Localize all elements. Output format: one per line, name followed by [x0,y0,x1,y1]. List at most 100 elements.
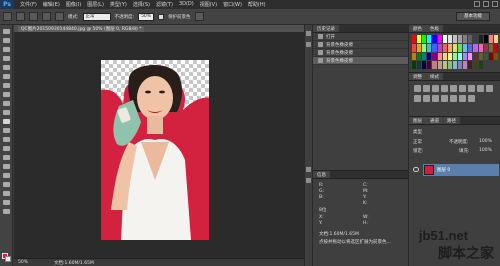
visibility-eye-icon[interactable] [413,167,419,172]
layer-row-selected[interactable]: 图层 0 [423,164,499,176]
swatch[interactable] [442,61,447,69]
menu-type[interactable]: 类型(Y) [110,1,127,8]
properties-panel-icon[interactable] [306,178,311,183]
swatch[interactable] [422,35,427,43]
swatch[interactable] [422,43,427,52]
swatch[interactable] [437,35,442,43]
document-image[interactable] [101,60,209,240]
invert-icon[interactable] [432,95,439,102]
layer-kind-filter[interactable]: 类型 [413,129,422,135]
swatch[interactable] [417,61,422,69]
menu-select[interactable]: 选择(S) [133,1,150,8]
close-icon[interactable] [492,1,498,7]
color-swatches[interactable] [2,253,11,262]
swatch[interactable] [417,35,422,43]
menu-layer[interactable]: 图层(L) [87,1,104,8]
swatch[interactable] [478,43,483,52]
hand-tool-icon[interactable] [2,191,10,196]
swatch[interactable] [452,35,458,43]
swatch[interactable] [442,52,447,61]
swatch[interactable] [463,35,468,43]
menu-window[interactable]: 窗口(W) [223,1,242,8]
swatch[interactable] [468,43,473,52]
menu-file[interactable]: 文件(F) [20,1,37,8]
sampling-once-icon[interactable] [42,12,51,21]
marquee-tool-icon[interactable] [2,38,10,43]
swatch[interactable] [473,52,478,61]
pen-tool-icon[interactable] [2,155,10,160]
swatch[interactable] [458,61,463,69]
protect-checkbox[interactable] [158,13,165,20]
history-panel-icon[interactable] [306,31,311,36]
swatch[interactable] [447,52,452,61]
brush-tool-icon[interactable] [2,92,10,97]
document-tab[interactable]: QC图片20150930144840.jpg @ 50% (图层 0, RGB/… [18,26,145,32]
swatch[interactable] [493,35,498,43]
posterize-icon[interactable] [441,95,448,102]
extra-tools-icon[interactable] [2,209,10,214]
tool-preset-icon[interactable] [3,12,12,21]
hue-saturation-icon[interactable] [459,85,466,92]
menu-view[interactable]: 视图(V) [200,1,217,8]
history-item[interactable]: 打开 [313,33,408,41]
swatch[interactable] [452,52,458,61]
threshold-icon[interactable] [450,95,457,102]
swatch[interactable] [483,35,488,43]
blur-tool-icon[interactable] [2,137,10,142]
swatch[interactable] [417,43,422,52]
swatch[interactable] [452,43,458,52]
swatch[interactable] [412,43,417,52]
swatch[interactable] [447,43,452,52]
tab-swatches[interactable]: 色板 [426,25,443,32]
gradient-map-icon[interactable] [459,95,466,102]
tab-color[interactable]: 颜色 [409,25,426,32]
swatch[interactable] [478,61,483,69]
tab-adjustments[interactable]: 调整 [409,73,426,80]
swatch[interactable] [437,61,442,69]
swatch[interactable] [432,43,437,52]
curves-icon[interactable] [432,85,439,92]
swatch[interactable] [417,52,422,61]
color-balance-icon[interactable] [468,85,475,92]
lasso-tool-icon[interactable] [2,47,10,52]
history-item[interactable]: 背景色橡皮擦 [313,49,408,57]
swatch[interactable] [412,61,417,69]
swatch[interactable] [432,52,437,61]
swatch[interactable] [458,43,463,52]
swatch[interactable] [463,52,468,61]
menu-3d[interactable]: 3D(D) [179,1,194,8]
swatch[interactable] [483,52,488,61]
swatch[interactable] [427,52,432,61]
tab-styles[interactable]: 样式 [426,73,443,80]
swatch[interactable] [478,52,483,61]
swatch[interactable] [473,35,478,43]
workspace-button[interactable]: 基本功能 [456,12,490,21]
history-item[interactable]: 背景色橡皮擦 [313,41,408,49]
swatch[interactable] [432,35,437,43]
mode-select[interactable]: 正常 [82,12,111,21]
menu-filter[interactable]: 滤镜(T) [156,1,173,8]
swatch[interactable] [483,43,488,52]
swatch[interactable] [468,52,473,61]
swatch[interactable] [452,61,458,69]
background-color[interactable] [5,256,11,262]
channel-mixer-icon[interactable] [414,95,421,102]
sampling-continuous-icon[interactable] [29,12,38,21]
swatch[interactable] [437,52,442,61]
swatch[interactable] [412,52,417,61]
swatch[interactable] [473,61,478,69]
menu-help[interactable]: 帮助(H) [248,1,266,8]
swatch[interactable] [447,35,452,43]
swatch[interactable] [473,43,478,52]
minimize-icon[interactable] [474,1,480,7]
swatch[interactable] [463,61,468,69]
gradient-tool-icon[interactable] [2,128,10,133]
dodge-tool-icon[interactable] [2,146,10,151]
exposure-icon[interactable] [441,85,448,92]
tab-paths[interactable]: 路径 [443,117,460,124]
swatch[interactable] [468,35,473,43]
swatch[interactable] [422,61,427,69]
swatch[interactable] [493,43,498,52]
levels-icon[interactable] [423,85,430,92]
swatch[interactable] [458,35,463,43]
